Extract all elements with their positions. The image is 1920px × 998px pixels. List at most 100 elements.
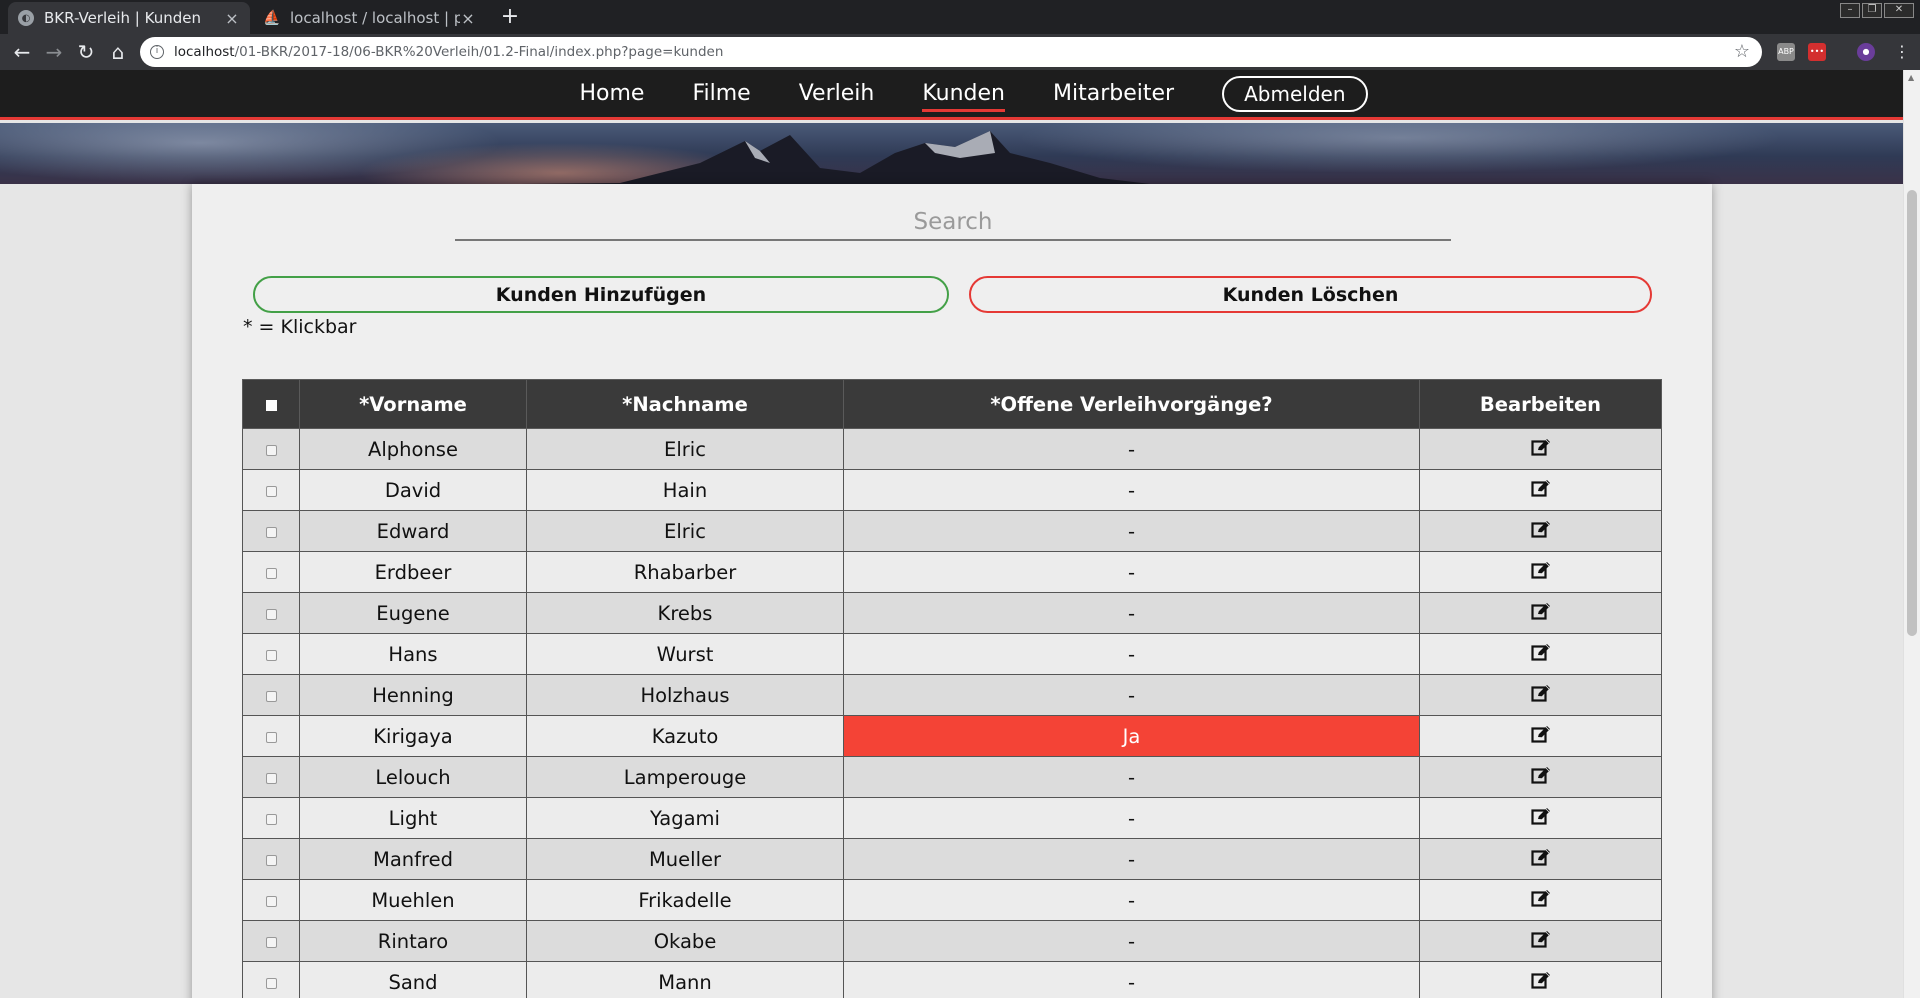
restore-window-icon[interactable]: ❐ <box>1862 3 1882 18</box>
edit-icon[interactable] <box>1530 971 1551 994</box>
home-icon[interactable]: ⌂ <box>106 40 130 64</box>
close-tab-icon[interactable]: × <box>460 9 476 28</box>
new-tab-button[interactable]: + <box>498 5 522 29</box>
edit-cell[interactable] <box>1419 510 1662 552</box>
logout-button[interactable]: Abmelden <box>1222 75 1368 112</box>
browser-tab-phpmyadmin[interactable]: ⛵ localhost / localhost | php × <box>254 2 486 34</box>
extension-icon[interactable]: ● <box>1857 43 1875 61</box>
row-checkbox[interactable] <box>265 813 277 825</box>
nav-filme[interactable]: Filme <box>668 81 774 106</box>
row-select-cell[interactable] <box>242 879 300 921</box>
edit-cell[interactable] <box>1419 633 1662 675</box>
row-checkbox[interactable] <box>265 608 277 620</box>
minimize-window-icon[interactable]: – <box>1840 3 1860 18</box>
row-checkbox[interactable] <box>265 772 277 784</box>
edit-icon[interactable] <box>1530 438 1551 461</box>
select-all-header[interactable] <box>242 379 300 429</box>
nav-verleih[interactable]: Verleih <box>775 81 899 106</box>
close-tab-icon[interactable]: × <box>224 9 240 28</box>
row-select-cell[interactable] <box>242 592 300 634</box>
address-bar[interactable]: i localhost/01-BKR/2017-18/06-BKR%20Verl… <box>140 37 1762 67</box>
row-select-cell[interactable] <box>242 633 300 675</box>
edit-cell[interactable] <box>1419 715 1662 757</box>
row-checkbox[interactable] <box>265 936 277 948</box>
offene-verleihvorgaenge-cell: - <box>843 674 1420 716</box>
offene-verleihvorgaenge-cell: - <box>843 633 1420 675</box>
url-text[interactable]: localhost/01-BKR/2017-18/06-BKR%20Verlei… <box>174 44 723 60</box>
site-info-icon[interactable]: i <box>150 45 164 59</box>
edit-icon[interactable] <box>1530 848 1551 871</box>
row-checkbox[interactable] <box>265 731 277 743</box>
page-scrollbar[interactable]: ▲ <box>1903 70 1920 998</box>
header-nachname[interactable]: *Nachname <box>526 379 844 429</box>
add-customer-button[interactable]: Kunden Hinzufügen <box>253 276 949 313</box>
edit-icon[interactable] <box>1530 602 1551 625</box>
row-select-cell[interactable] <box>242 428 300 470</box>
delete-customer-button[interactable]: Kunden Löschen <box>969 276 1652 313</box>
row-select-cell[interactable] <box>242 469 300 511</box>
row-select-cell[interactable] <box>242 920 300 962</box>
search-input[interactable] <box>455 204 1451 241</box>
edit-icon[interactable] <box>1530 930 1551 953</box>
row-checkbox[interactable] <box>265 649 277 661</box>
offene-verleihvorgaenge-cell: - <box>843 428 1420 470</box>
row-select-cell[interactable] <box>242 551 300 593</box>
edit-icon[interactable] <box>1530 889 1551 912</box>
edit-cell[interactable] <box>1419 838 1662 880</box>
row-checkbox[interactable] <box>265 567 277 579</box>
browser-tab-kunden[interactable]: ◐ BKR-Verleih | Kunden × <box>8 2 250 34</box>
row-select-cell[interactable] <box>242 838 300 880</box>
header-offene-verleihvorgaenge[interactable]: *Offene Verleihvorgänge? <box>843 379 1420 429</box>
row-select-cell[interactable] <box>242 510 300 552</box>
edit-icon[interactable] <box>1530 479 1551 502</box>
edit-cell[interactable] <box>1419 551 1662 593</box>
row-checkbox[interactable] <box>265 526 277 538</box>
nachname-cell: Krebs <box>526 592 844 634</box>
edit-cell[interactable] <box>1419 920 1662 962</box>
edit-icon[interactable] <box>1530 725 1551 748</box>
edit-cell[interactable] <box>1419 797 1662 839</box>
edit-icon[interactable] <box>1530 561 1551 584</box>
scroll-up-arrow-icon[interactable]: ▲ <box>1908 73 1914 82</box>
row-checkbox[interactable] <box>265 977 277 989</box>
table-row: Sand Mann - <box>242 961 1662 998</box>
adblock-extension-icon[interactable]: ABP <box>1777 43 1795 61</box>
row-select-cell[interactable] <box>242 674 300 716</box>
forward-arrow-icon[interactable]: → <box>42 40 66 64</box>
edit-icon[interactable] <box>1530 684 1551 707</box>
row-checkbox[interactable] <box>265 690 277 702</box>
bookmark-star-icon[interactable]: ☆ <box>1734 41 1750 62</box>
close-window-icon[interactable]: ✕ <box>1884 3 1914 18</box>
header-vorname[interactable]: *Vorname <box>299 379 527 429</box>
edit-icon[interactable] <box>1530 520 1551 543</box>
row-select-cell[interactable] <box>242 756 300 798</box>
scrollbar-thumb[interactable] <box>1907 190 1917 636</box>
row-select-cell[interactable] <box>242 797 300 839</box>
back-arrow-icon[interactable]: ← <box>10 40 34 64</box>
row-select-cell[interactable] <box>242 961 300 998</box>
nav-kunden[interactable]: Kunden <box>898 81 1029 112</box>
edit-cell[interactable] <box>1419 469 1662 511</box>
nav-mitarbeiter[interactable]: Mitarbeiter <box>1029 81 1198 106</box>
edit-cell[interactable] <box>1419 428 1662 470</box>
row-select-cell[interactable] <box>242 715 300 757</box>
edit-cell[interactable] <box>1419 756 1662 798</box>
edit-icon[interactable] <box>1530 643 1551 666</box>
nachname-cell: Lamperouge <box>526 756 844 798</box>
browser-tab-bar: ◐ BKR-Verleih | Kunden × ⛵ localhost / l… <box>0 0 1920 34</box>
nav-home[interactable]: Home <box>556 81 669 106</box>
row-checkbox[interactable] <box>265 895 277 907</box>
select-all-checkbox[interactable] <box>265 399 277 411</box>
edit-icon[interactable] <box>1530 807 1551 830</box>
edit-cell[interactable] <box>1419 879 1662 921</box>
edit-cell[interactable] <box>1419 592 1662 634</box>
row-checkbox[interactable] <box>265 444 277 456</box>
edit-cell[interactable] <box>1419 674 1662 716</box>
browser-menu-icon[interactable]: ⋮ <box>1890 40 1914 64</box>
reload-icon[interactable]: ↻ <box>74 40 98 64</box>
row-checkbox[interactable] <box>265 854 277 866</box>
row-checkbox[interactable] <box>265 485 277 497</box>
edit-icon[interactable] <box>1530 766 1551 789</box>
edit-cell[interactable] <box>1419 961 1662 998</box>
lastpass-extension-icon[interactable]: ••• <box>1808 43 1826 61</box>
